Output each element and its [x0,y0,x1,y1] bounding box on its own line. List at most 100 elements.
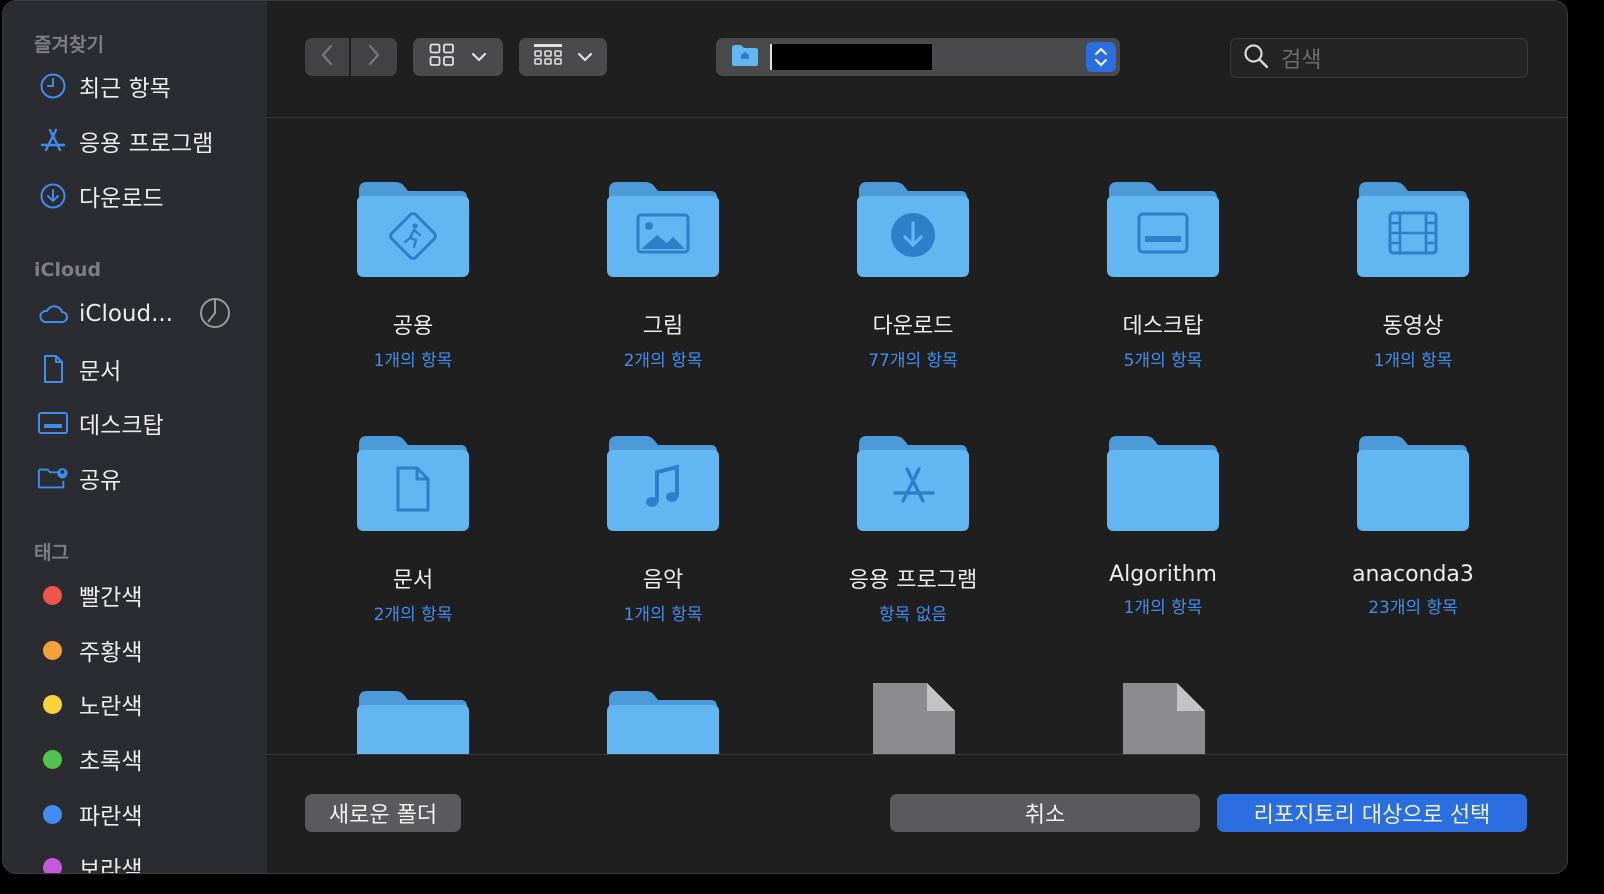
folder-icon [605,434,721,532]
folder-item[interactable]: 문서 2개의 항목 [303,434,523,625]
sidebar-item-label: 초록색 [79,749,143,775]
folder-name: 데스크탑 [1122,314,1204,339]
location-popup[interactable] [716,38,1120,76]
folder-item[interactable]: 응용 프로그램항목 없음 [803,434,1023,625]
folder-item[interactable]: 데스크탑 5개의 항목 [1053,180,1273,371]
folder-item[interactable]: 다운로드 77개의 항목 [803,180,1023,371]
back-button[interactable] [305,38,349,76]
folder-item[interactable]: Algorithm 1개의 항목 [1053,434,1273,618]
sidebar-item-label: 응용 프로그램 [79,131,214,157]
folder-item-count: 1개의 항목 [1123,598,1203,618]
tag-color-dot [43,640,62,660]
sidebar-item-documents[interactable]: 문서 [37,349,257,389]
group-grid-icon [533,43,563,71]
sidebar-section-tags: 태그 [34,542,69,564]
sidebar-item-label: iCloud... [79,301,174,327]
tag-color-dot [43,694,62,714]
folder-icon [355,434,471,532]
sidebar-item-label: 노란색 [79,694,143,720]
folder-item-count: 2개의 항목 [373,605,453,625]
icon-grid-icon [429,43,455,71]
folder-item[interactable]: 동영상 1개의 항목 [1303,180,1523,371]
file-item[interactable] [871,681,957,754]
home-folder-icon [730,43,760,71]
chevron-right-icon [366,44,382,70]
search-icon [1243,43,1269,73]
folder-item-count: 1개의 항목 [1373,351,1453,371]
sidebar-item-label: 주황색 [79,640,143,666]
desktop-icon [37,407,69,439]
folder-icon [605,180,721,278]
folder-name: Algorithm [1109,562,1217,587]
folder-icon [355,180,471,278]
sidebar-item-shared[interactable]: 공유 [37,458,257,498]
sidebar-section-favorites: 즐겨찾기 [34,34,104,56]
folder-item-count: 항목 없음 [879,605,947,625]
folder-item[interactable] [355,689,471,754]
chevron-down-icon [577,48,593,67]
sidebar-section-icloud: iCloud [34,259,102,281]
select-repository-button[interactable]: 리포지토리 대상으로 선택 [1217,794,1527,832]
clock-icon [37,70,69,102]
sidebar: 즐겨찾기 최근 항목 응용 프로그램 다운로드 iCloud iCloud... [3,1,267,873]
sidebar-item-label: 데스크탑 [79,413,164,439]
app-store-icon [37,125,69,157]
sidebar-tag-green[interactable]: 초록색 [37,739,257,779]
folder-name: 동영상 [1382,314,1444,339]
shared-folder-icon [37,462,69,494]
sidebar-tag-purple[interactable]: 보라색 [37,847,257,874]
folder-item[interactable]: anaconda3 23개의 항목 [1303,434,1523,618]
folder-name: 응용 프로그램 [848,568,978,593]
sidebar-item-recents[interactable]: 최근 항목 [37,66,257,106]
sidebar-tag-orange[interactable]: 주황색 [37,630,257,670]
folder-icon [1355,180,1471,278]
forward-button[interactable] [351,38,397,76]
search-field[interactable]: 검색 [1230,38,1528,78]
group-mode-button[interactable] [519,38,607,76]
folder-name: 공용 [392,314,434,339]
file-grid: 공용 1개의 항목 그림 2개의 항목 다운로드 77개의 항목 데스크탑 5개의 항목 동영상… [267,118,1567,754]
sync-progress-icon [199,297,231,333]
new-folder-button[interactable]: 새로운 폴더 [305,794,461,832]
sidebar-item-applications[interactable]: 응용 프로그램 [37,121,257,161]
cloud-icon [37,298,69,330]
folder-item-count: 77개의 항목 [868,351,958,371]
sidebar-tag-yellow[interactable]: 노란색 [37,684,257,724]
tag-color-dot [43,857,62,873]
download-icon [37,180,69,212]
cancel-button[interactable]: 취소 [890,794,1200,832]
folder-icon [855,434,971,532]
folder-item-count: 2개의 항목 [623,351,703,371]
folder-icon [855,180,971,278]
folder-item-count: 23개의 항목 [1368,598,1458,618]
folder-item[interactable]: 음악 1개의 항목 [553,434,773,625]
popup-stepper-icon [1086,42,1116,72]
sidebar-item-label: 보라색 [79,857,143,874]
sidebar-tag-red[interactable]: 빨간색 [37,575,257,615]
sidebar-item-label: 문서 [79,359,122,385]
sidebar-item-label: 파란색 [79,804,143,830]
sidebar-item-label: 빨간색 [79,585,143,611]
file-dialog: 즐겨찾기 최근 항목 응용 프로그램 다운로드 iCloud iCloud... [2,0,1568,874]
footer-divider [267,754,1567,755]
sidebar-item-downloads[interactable]: 다운로드 [37,176,257,216]
sidebar-item-label: 공유 [79,468,122,494]
folder-item-count: 1개의 항목 [373,351,453,371]
file-item[interactable] [1121,681,1207,754]
folder-name: anaconda3 [1352,562,1474,587]
sidebar-tag-blue[interactable]: 파란색 [37,794,257,834]
folder-icon [1355,434,1471,532]
sidebar-item-label: 최근 항목 [79,76,171,102]
folder-name: 문서 [392,568,434,593]
view-mode-button[interactable] [413,38,503,76]
folder-item-count: 5개의 항목 [1123,351,1203,371]
document-icon [37,353,69,385]
search-placeholder: 검색 [1281,48,1322,73]
tag-color-dot [43,804,62,824]
folder-name: 음악 [642,568,684,593]
sidebar-item-desktop[interactable]: 데스크탑 [37,403,257,443]
folder-item[interactable]: 공용 1개의 항목 [303,180,523,371]
folder-item[interactable] [605,689,721,754]
folder-item[interactable]: 그림 2개의 항목 [553,180,773,371]
main-panel: 검색 공용 1개의 항목 그림 2개의 항목 다운로드 77개의 항목 데스크탑 5개의 항목… [267,1,1567,873]
